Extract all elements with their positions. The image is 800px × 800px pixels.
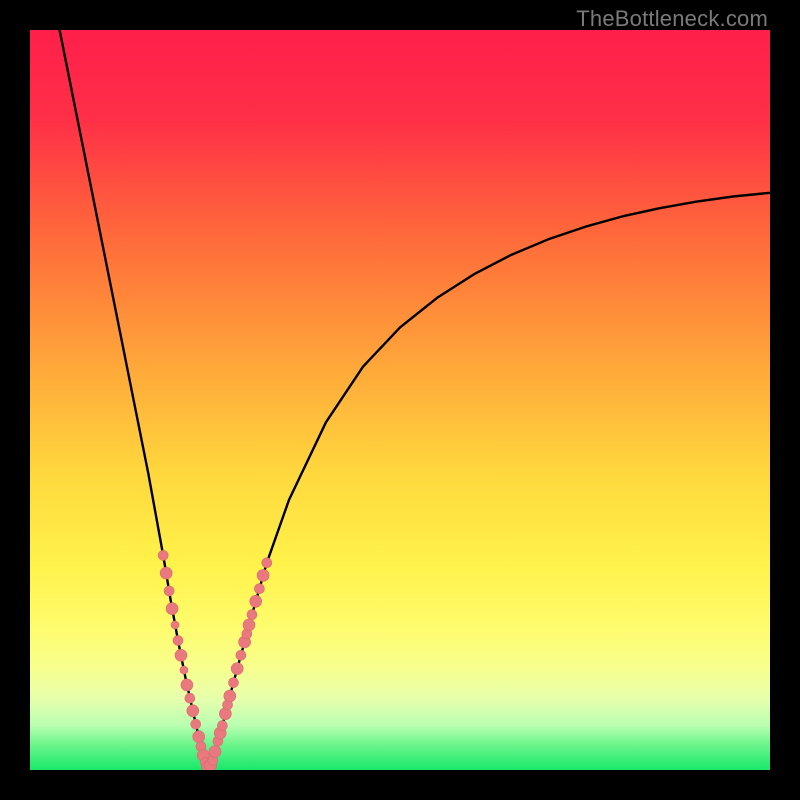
marker-point (224, 690, 236, 702)
outer-frame: TheBottleneck.com (0, 0, 800, 800)
marker-point (173, 636, 183, 646)
marker-point (175, 649, 187, 661)
chart-svg (30, 30, 770, 770)
marker-point (236, 650, 246, 660)
marker-point (229, 678, 239, 688)
marker-point (217, 721, 227, 731)
marker-point (250, 595, 262, 607)
marker-point (185, 693, 195, 703)
marker-point (262, 558, 272, 568)
marker-point (171, 621, 179, 629)
plot-area (30, 30, 770, 770)
marker-point (209, 746, 221, 758)
marker-point (193, 731, 205, 743)
marker-point (180, 666, 188, 674)
marker-point (164, 586, 174, 596)
marker-point (160, 567, 172, 579)
marker-point (181, 679, 193, 691)
marker-point (166, 603, 178, 615)
marker-point (243, 619, 255, 631)
marker-point (247, 610, 257, 620)
curve-layer (60, 30, 770, 768)
marker-point (254, 584, 264, 594)
marker-point (257, 569, 269, 581)
marker-point (191, 719, 201, 729)
marker-layer (158, 550, 272, 770)
marker-point (158, 550, 168, 560)
marker-point (231, 663, 243, 675)
curve-right-curve (208, 193, 770, 768)
marker-point (187, 705, 199, 717)
watermark-text: TheBottleneck.com (576, 6, 768, 32)
